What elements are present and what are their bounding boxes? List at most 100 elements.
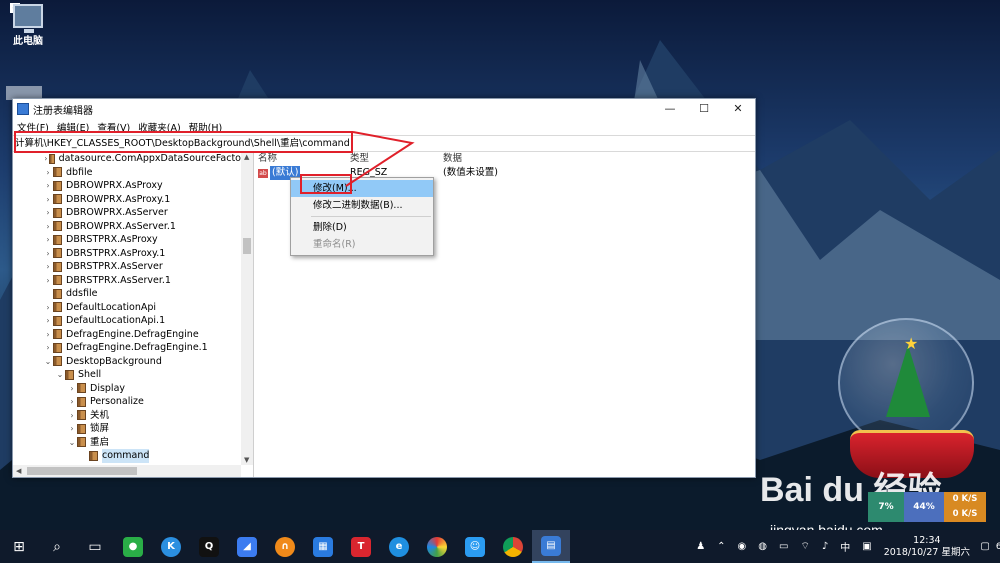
chevron-right-icon[interactable]: ›	[43, 233, 53, 247]
clock[interactable]: 12:34 2018/10/27 星期六	[884, 535, 970, 559]
notification-center-button[interactable]: ▢ 6	[976, 530, 1000, 563]
chevron-right-icon[interactable]: ›	[43, 247, 53, 261]
search-button[interactable]: ⌕	[38, 530, 76, 563]
taskbar-chrome[interactable]	[494, 530, 532, 563]
tree-node[interactable]: › DefaultLocationApi.1	[13, 314, 241, 328]
tree-node[interactable]: ddsfile	[13, 287, 241, 301]
tree-node[interactable]: › DBRSTPRX.AsServer	[13, 260, 241, 274]
chevron-right-icon[interactable]: ›	[43, 274, 53, 288]
scroll-up-icon[interactable]: ▲	[244, 153, 249, 161]
taskbar-regedit[interactable]: ▤	[532, 530, 570, 563]
battery-icon[interactable]: ▭	[779, 541, 788, 552]
folder-icon	[53, 302, 62, 313]
hscroll-thumb[interactable]	[27, 467, 137, 475]
net-speed-widget[interactable]: 7% 44% 0 K/S 0 K/S	[868, 492, 986, 522]
taskbar-wechat[interactable]: ●	[114, 530, 152, 563]
folder-icon	[53, 329, 62, 340]
volume-icon[interactable]: ♪	[822, 541, 828, 552]
tree-node[interactable]: › Display	[13, 382, 241, 396]
folder-icon	[53, 288, 62, 299]
taskbar-k-app[interactable]: K	[152, 530, 190, 563]
scroll-down-icon[interactable]: ▼	[244, 456, 249, 464]
taskbar-feishu[interactable]: ◢	[228, 530, 266, 563]
this-pc-desktop-icon[interactable]: ✓ 此电脑	[6, 3, 50, 47]
chevron-down-icon[interactable]: ⌄	[67, 436, 77, 450]
taskbar-red-app[interactable]: T	[342, 530, 380, 563]
tree-node[interactable]: › DBROWPRX.AsServer	[13, 206, 241, 220]
wifi-icon[interactable]: ⌔	[800, 540, 809, 553]
column-data-header[interactable]: 数据	[443, 152, 755, 166]
taskbar-ie[interactable]: e	[380, 530, 418, 563]
tree-node[interactable]: › dbfile	[13, 166, 241, 180]
chevron-right-icon[interactable]: ›	[43, 220, 53, 234]
chevron-right-icon[interactable]: ›	[43, 206, 53, 220]
tree-node[interactable]: › DBROWPRX.AsProxy	[13, 179, 241, 193]
scroll-thumb[interactable]	[243, 238, 251, 254]
chrome-icon	[503, 536, 523, 557]
taskbar-blue-app[interactable]: ▦	[304, 530, 342, 563]
tree-horizontal-scrollbar[interactable]: ◀	[13, 465, 241, 477]
chevron-down-icon[interactable]: ⌄	[43, 355, 53, 369]
tray-app-icon[interactable]: ◉	[738, 541, 747, 552]
chevron-right-icon[interactable]: ›	[43, 193, 53, 207]
tree-node[interactable]: › DefragEngine.DefragEngine	[13, 328, 241, 342]
chevron-right-icon[interactable]: ›	[43, 260, 53, 274]
tree-node[interactable]: ⌄ Shell	[13, 368, 241, 382]
tree-node[interactable]: › Personalize	[13, 395, 241, 409]
chevron-right-icon[interactable]: ›	[43, 179, 53, 193]
tree-node[interactable]: ⌄ DesktopBackground	[13, 355, 241, 369]
start-button[interactable]: ⊞	[0, 530, 38, 563]
chevron-right-icon[interactable]: ›	[43, 166, 53, 180]
task-view-button[interactable]: ▭	[76, 530, 114, 563]
tray-app2-icon[interactable]: ◍	[758, 541, 767, 552]
title-bar[interactable]: 注册表编辑器 — ☐ ✕	[13, 99, 755, 119]
column-name-header[interactable]: 名称	[254, 152, 350, 166]
tree-node[interactable]: command	[13, 449, 241, 463]
menu-item-modify-binary[interactable]: 修改二进制数据(B)...	[291, 197, 433, 214]
close-button[interactable]: ✕	[721, 99, 755, 119]
people-icon[interactable]: ♟	[696, 541, 705, 552]
search-icon: ⌕	[53, 538, 61, 555]
chevron-right-icon[interactable]: ›	[43, 301, 53, 315]
menu-item-delete[interactable]: 删除(D)	[291, 219, 433, 236]
taskbar-orange-app[interactable]: ∩	[266, 530, 304, 563]
tree-node[interactable]: › datasource.ComAppxDataSourceFacto	[13, 152, 241, 166]
column-type-header[interactable]: 类型	[350, 152, 443, 166]
taskbar-colorful-app[interactable]	[418, 530, 456, 563]
tree-node[interactable]: › DBROWPRX.AsProxy.1	[13, 193, 241, 207]
ime-indicator[interactable]: 中	[840, 539, 850, 554]
registry-editor-window[interactable]: 注册表编辑器 — ☐ ✕ 文件(F) 编辑(E) 查看(V) 收藏夹(A) 帮助…	[12, 98, 756, 478]
desktop-icon-label: 此电脑	[13, 36, 43, 47]
tree-node[interactable]: › DBRSTPRX.AsProxy.1	[13, 247, 241, 261]
chevron-up-icon[interactable]: ⌃	[717, 541, 725, 552]
taskbar-qq[interactable]: Q	[190, 530, 228, 563]
folder-icon	[77, 383, 86, 394]
tree-node[interactable]: ⌄ 重启	[13, 436, 241, 450]
chevron-right-icon[interactable]: ›	[67, 395, 77, 409]
tree-node-label: DBRSTPRX.AsProxy	[66, 234, 158, 245]
folder-icon	[53, 342, 62, 353]
tree-node[interactable]: › DBRSTPRX.AsProxy	[13, 233, 241, 247]
chevron-right-icon[interactable]: ›	[67, 409, 77, 423]
minimize-button[interactable]: —	[653, 99, 687, 119]
tree-node[interactable]: › DBROWPRX.AsServer.1	[13, 220, 241, 234]
chevron-right-icon[interactable]: ›	[67, 382, 77, 396]
keyboard-icon[interactable]: ▣	[862, 541, 871, 552]
folder-icon	[53, 221, 62, 232]
tree-vertical-scrollbar[interactable]: ▲ ▼	[241, 152, 253, 465]
chevron-right-icon[interactable]: ›	[43, 314, 53, 328]
chevron-down-icon[interactable]: ⌄	[55, 368, 65, 382]
scroll-left-icon[interactable]: ◀	[16, 467, 21, 475]
chevron-right-icon[interactable]: ›	[43, 328, 53, 342]
tree-node[interactable]: › 锁屏	[13, 422, 241, 436]
key-tree-pane[interactable]: › datasource.ComAppxDataSourceFacto › dbfil…	[13, 152, 254, 477]
chevron-right-icon[interactable]: ›	[67, 422, 77, 436]
tree-node[interactable]: › DBRSTPRX.AsServer.1	[13, 274, 241, 288]
folder-icon	[77, 423, 86, 434]
tree-node[interactable]: › DefragEngine.DefragEngine.1	[13, 341, 241, 355]
tree-node[interactable]: › DefaultLocationApi	[13, 301, 241, 315]
maximize-button[interactable]: ☐	[687, 99, 721, 119]
taskbar-chat-app[interactable]: ☺	[456, 530, 494, 563]
tree-node[interactable]: › 关机	[13, 409, 241, 423]
chevron-right-icon[interactable]: ›	[43, 341, 53, 355]
